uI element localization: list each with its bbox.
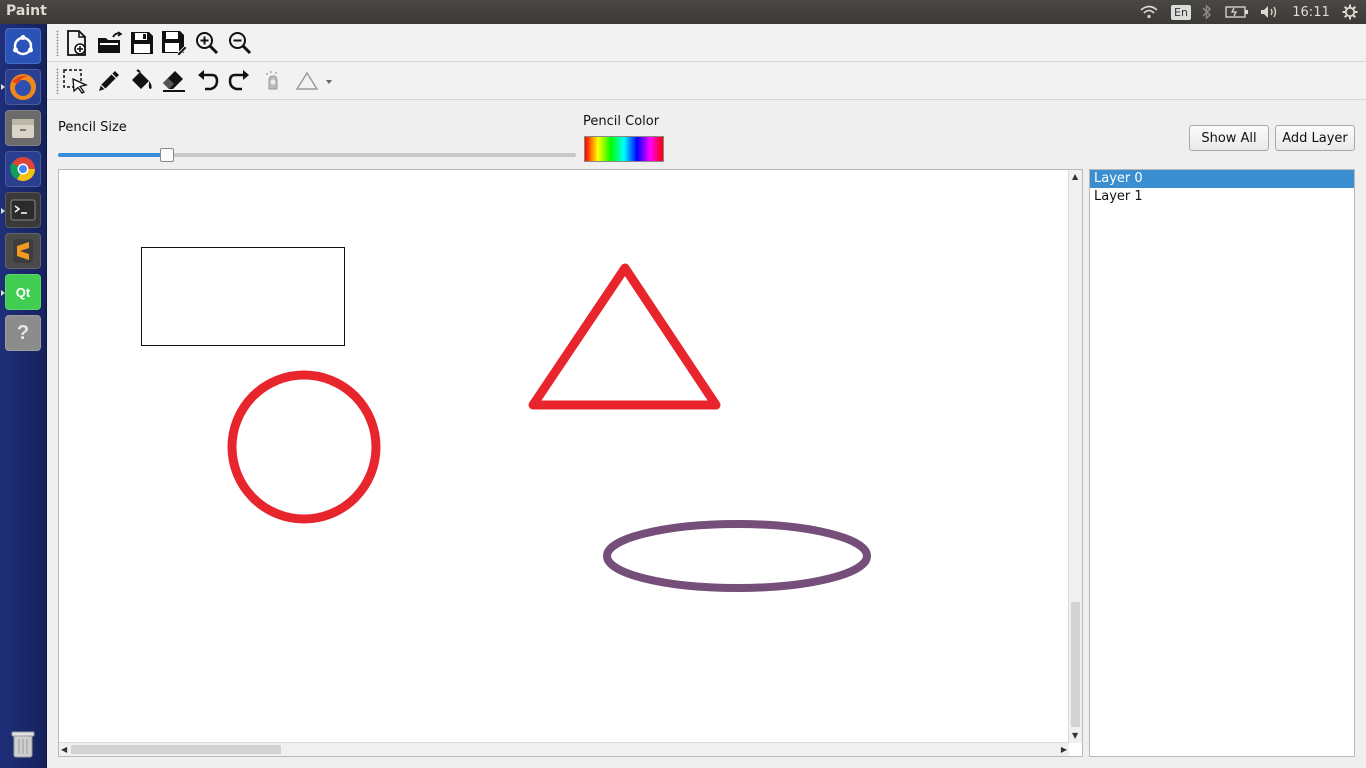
scroll-down-arrow-icon[interactable]: ▼ (1072, 731, 1078, 741)
file-toolbar (47, 24, 1366, 62)
vertical-scrollbar[interactable]: ▲ ▼ (1068, 170, 1082, 743)
battery-icon[interactable] (1224, 0, 1250, 24)
black-rectangle-shape (141, 247, 345, 346)
qt-glyph: Qt (15, 284, 31, 300)
layer-item[interactable]: Layer 1 (1090, 188, 1354, 206)
slider-fill (58, 153, 167, 157)
redo-icon[interactable] (225, 66, 255, 96)
slider-handle[interactable] (159, 148, 174, 162)
pencil-size-slider[interactable] (58, 148, 576, 162)
spray-icon[interactable] (258, 66, 288, 96)
new-file-icon[interactable] (62, 28, 92, 58)
qt-creator-icon[interactable]: Qt (5, 274, 41, 310)
vertical-scroll-thumb[interactable] (1071, 602, 1080, 727)
keyboard-layout-indicator[interactable]: En (1170, 0, 1192, 24)
keyboard-layout-label: En (1171, 4, 1191, 20)
trash-icon[interactable] (5, 726, 41, 762)
volume-icon[interactable] (1258, 0, 1282, 24)
horizontal-scroll-thumb[interactable] (71, 745, 281, 754)
open-folder-icon[interactable] (95, 28, 125, 58)
eraser-icon[interactable] (159, 66, 189, 96)
gear-icon[interactable] (1338, 0, 1362, 24)
scroll-right-arrow-icon[interactable]: ▶ (1061, 745, 1067, 755)
clock[interactable]: 16:11 (1290, 0, 1332, 24)
firefox-icon[interactable] (5, 69, 41, 105)
bluetooth-icon[interactable] (1198, 0, 1216, 24)
horizontal-scrollbar[interactable]: ◀ ▶ (59, 742, 1069, 756)
select-icon[interactable] (60, 66, 90, 96)
pencil-color-label: Pencil Color (583, 114, 660, 129)
pencil-icon[interactable] (94, 66, 124, 96)
canvas-scroll-area: ▲ ▼ ◀ ▶ (58, 169, 1083, 757)
launcher: Qt ? (0, 24, 47, 768)
scroll-up-arrow-icon[interactable]: ▲ (1072, 172, 1078, 182)
purple-ellipse-shape (603, 520, 871, 592)
zoom-out-icon[interactable] (225, 28, 255, 58)
layers-list: Layer 0 Layer 1 (1089, 169, 1355, 757)
clock-text: 16:11 (1292, 4, 1330, 20)
window-title: Paint (6, 3, 47, 19)
layer-item[interactable]: Layer 0 (1090, 170, 1354, 188)
pencil-color-picker[interactable] (584, 136, 664, 162)
wifi-icon[interactable] (1138, 0, 1160, 24)
chrome-icon[interactable] (5, 151, 41, 187)
save-icon[interactable] (127, 28, 157, 58)
question-glyph: ? (16, 321, 30, 344)
paint-window: Pencil Size Pencil Color Show All Add La… (47, 24, 1366, 768)
red-circle-shape (227, 370, 381, 524)
terminal-icon[interactable] (5, 192, 41, 228)
undo-icon[interactable] (192, 66, 222, 96)
ubuntu-dash-icon[interactable] (5, 28, 41, 64)
fill-bucket-icon[interactable] (126, 66, 156, 96)
save-as-icon[interactable] (159, 28, 189, 58)
zoom-in-icon[interactable] (192, 28, 222, 58)
show-all-button[interactable]: Show All (1189, 125, 1269, 151)
shape-triangle-dropdown[interactable] (291, 66, 335, 96)
toolbar-grip[interactable] (56, 30, 59, 56)
drawing-toolbar (47, 62, 1366, 100)
help-icon[interactable]: ? (5, 315, 41, 351)
top-panel: Paint En 16:11 (0, 0, 1366, 24)
pencil-size-label: Pencil Size (58, 120, 127, 135)
red-triangle-shape (528, 263, 721, 410)
add-layer-button[interactable]: Add Layer (1275, 125, 1355, 151)
scroll-left-arrow-icon[interactable]: ◀ (61, 745, 67, 755)
drawing-canvas[interactable] (59, 170, 1069, 743)
files-icon[interactable] (5, 110, 41, 146)
toolbar-grip[interactable] (56, 68, 59, 94)
sublime-text-icon[interactable] (5, 233, 41, 269)
